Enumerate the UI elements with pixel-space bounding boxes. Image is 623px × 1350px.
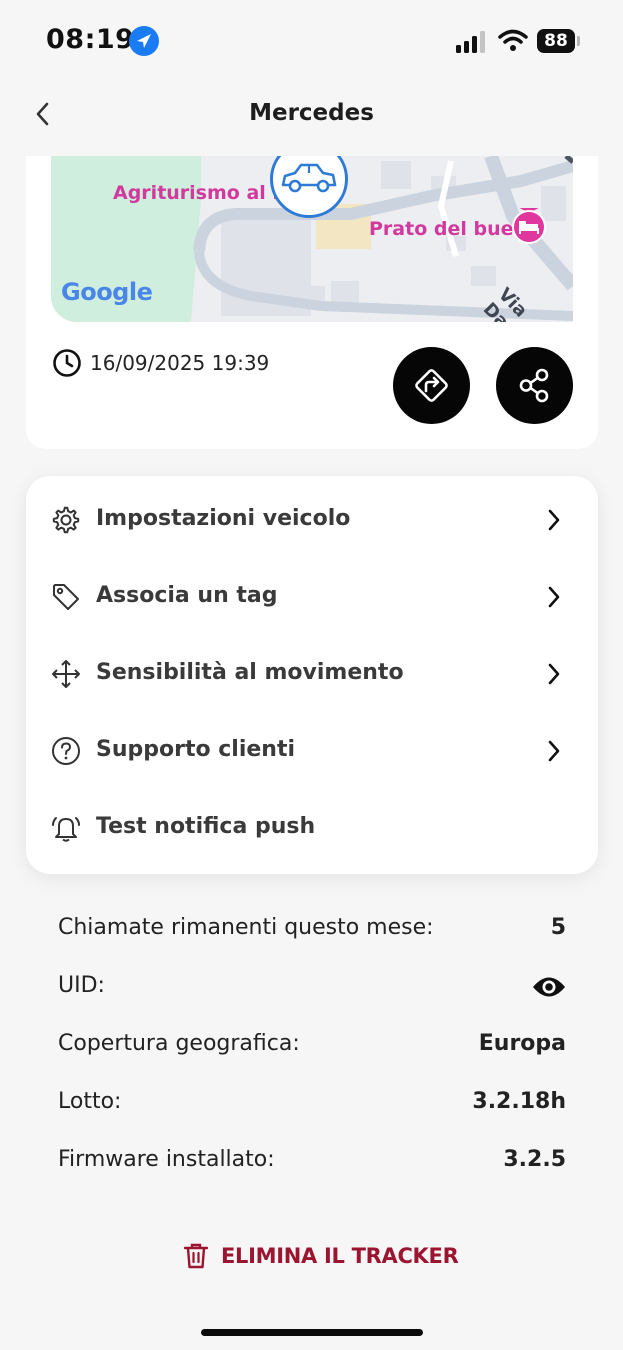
clock-icon [53, 349, 81, 377]
eye-icon[interactable] [532, 974, 566, 1000]
trash-icon [183, 1243, 209, 1269]
menu-item-test-push[interactable]: Test notifica push [26, 798, 598, 858]
menu-item-label: Associa un tag [96, 583, 278, 608]
info-value: 3.2.18h [472, 1089, 566, 1114]
info-label: Lotto: [58, 1089, 122, 1114]
chevron-right-icon [548, 740, 560, 762]
location-arrow-icon [129, 26, 159, 56]
status-time: 08:19 [46, 24, 135, 55]
home-indicator[interactable] [201, 1329, 423, 1336]
battery-icon: 88 [537, 29, 575, 53]
chevron-right-icon [548, 663, 560, 685]
tag-icon [53, 584, 79, 610]
location-card: Agriturismo al Pa Prato del bue Via Da G… [26, 156, 598, 449]
delete-tracker-label: ELIMINA IL TRACKER [221, 1244, 459, 1268]
bell-icon [52, 817, 80, 842]
info-value: Europa [478, 1031, 566, 1056]
info-label: Firmware installato: [58, 1147, 275, 1172]
menu-item-label: Impostazioni veicolo [96, 506, 351, 531]
menu-item-label: Supporto clienti [96, 737, 296, 762]
cellular-signal-icon [456, 31, 488, 53]
chevron-right-icon [548, 509, 560, 531]
directions-icon [415, 369, 448, 402]
info-row-firmware: Firmware installato: 3.2.5 [58, 1147, 566, 1181]
help-icon [52, 737, 80, 765]
menu-item-associate-tag[interactable]: Associa un tag [26, 567, 598, 627]
car-icon [281, 163, 337, 193]
menu-item-vehicle-settings[interactable]: Impostazioni veicolo [26, 490, 598, 550]
status-bar: 08:19 88 [0, 0, 623, 82]
last-update-row: 16/09/2025 19:39 [52, 348, 269, 378]
bed-icon[interactable] [509, 208, 549, 248]
menu-item-motion-sensitivity[interactable]: Sensibilità al movimento [26, 644, 598, 704]
info-value: 5 [550, 915, 566, 940]
menu-item-label: Sensibilità al movimento [96, 660, 404, 685]
share-icon [519, 368, 549, 403]
share-button[interactable] [496, 347, 573, 424]
map-label-prato: Prato del bue [369, 218, 514, 240]
wifi-icon [498, 29, 528, 51]
map-attribution-google: Google [61, 278, 153, 306]
page-title: Mercedes [249, 100, 374, 126]
info-row-lot: Lotto: 3.2.18h [58, 1089, 566, 1123]
last-update-timestamp: 16/09/2025 19:39 [90, 351, 270, 375]
map-view[interactable]: Agriturismo al Pa Prato del bue Via Da G… [51, 156, 573, 322]
vehicle-marker[interactable] [270, 156, 348, 218]
info-label: Chiamate rimanenti questo mese: [58, 915, 434, 940]
info-row-coverage: Copertura geografica: Europa [58, 1031, 566, 1065]
info-label: UID: [58, 973, 105, 998]
chevron-right-icon [548, 586, 560, 608]
menu-item-label: Test notifica push [96, 814, 316, 839]
settings-menu: Impostazioni veicolo Associa un tag Sens… [26, 476, 598, 874]
gear-icon [52, 506, 80, 534]
info-value: 3.2.5 [503, 1147, 566, 1172]
info-row-uid: UID: [58, 973, 566, 1007]
menu-item-customer-support[interactable]: Supporto clienti [26, 721, 598, 781]
battery-tip [577, 36, 580, 46]
info-label: Copertura geografica: [58, 1031, 300, 1056]
delete-tracker-button[interactable]: ELIMINA IL TRACKER [183, 1240, 459, 1272]
move-icon [52, 660, 80, 688]
directions-button[interactable] [393, 347, 470, 424]
info-row-remaining-calls: Chiamate rimanenti questo mese: 5 [58, 915, 566, 949]
